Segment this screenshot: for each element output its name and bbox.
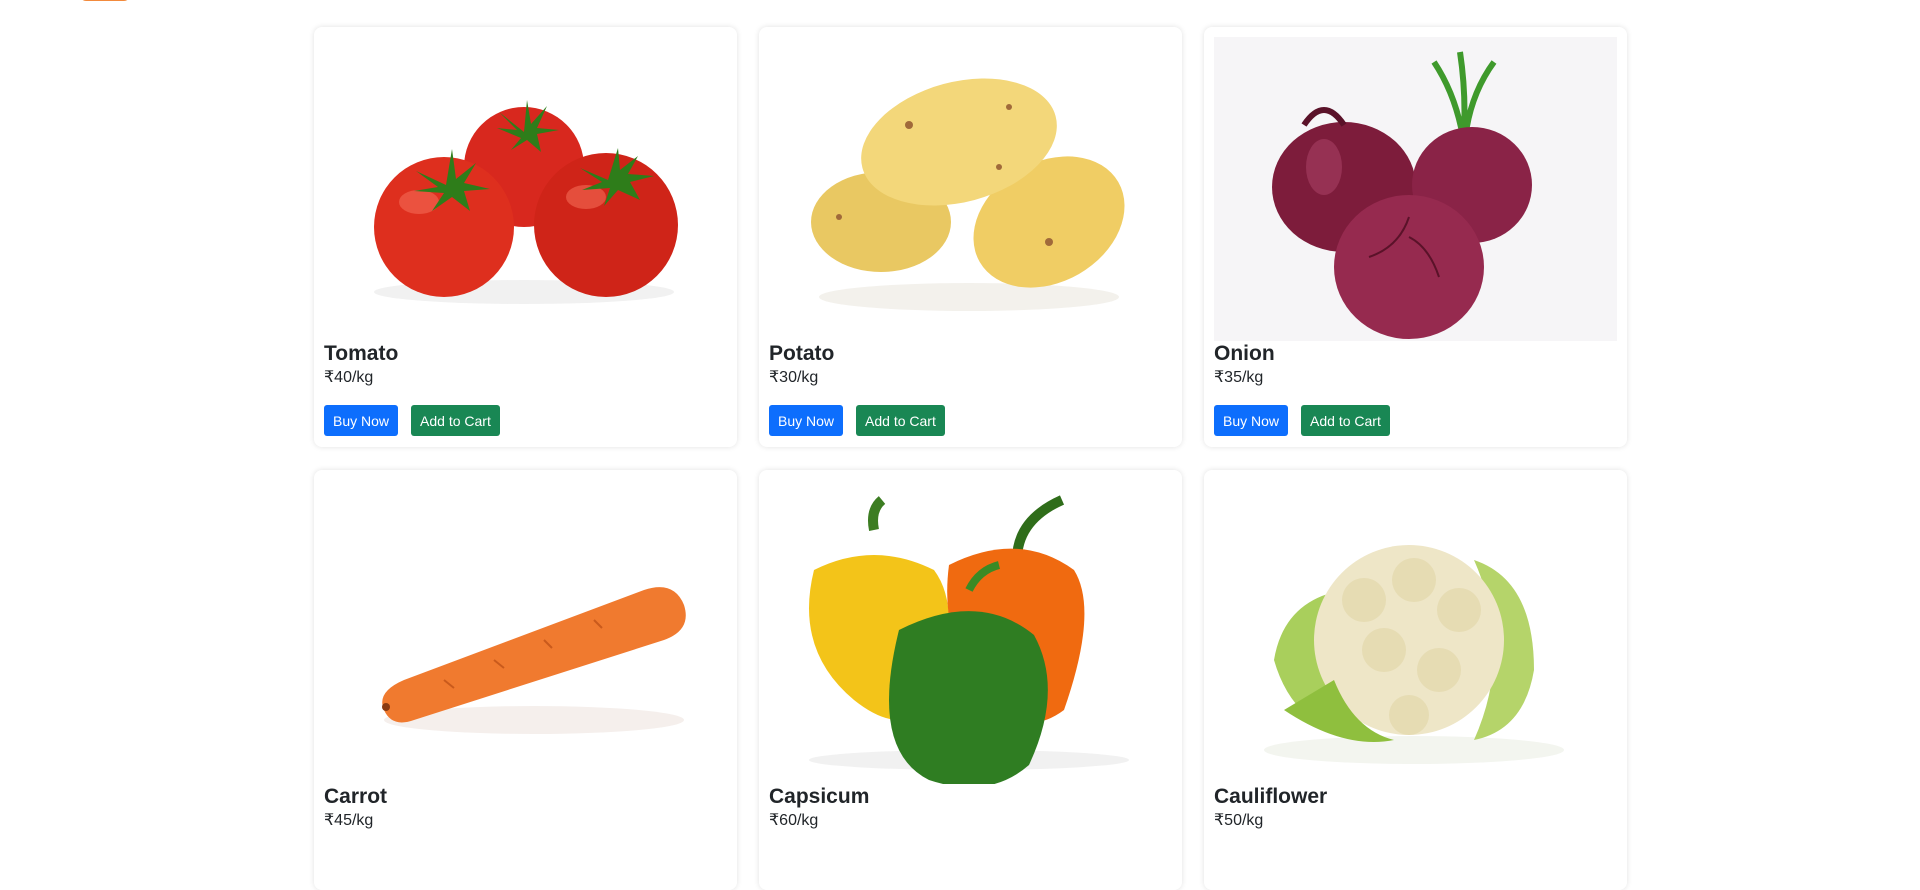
product-name: Tomato: [324, 342, 399, 365]
product-price: ₹40/kg: [324, 369, 374, 386]
product-price: ₹60/kg: [769, 812, 819, 829]
onion-image: [1214, 37, 1617, 341]
add-to-cart-button[interactable]: Add to Cart: [856, 405, 945, 436]
product-name: Capsicum: [769, 785, 870, 808]
product-card-carrot: Carrot ₹45/kg: [314, 470, 737, 890]
product-card-potato: Potato ₹30/kg Buy Now Add to Cart: [759, 27, 1182, 447]
product-card-tomato: Tomato ₹40/kg Buy Now Add to Cart: [314, 27, 737, 447]
product-name: Carrot: [324, 785, 388, 808]
product-price: ₹35/kg: [1214, 369, 1264, 386]
tomato-image: [324, 37, 727, 341]
product-name: Onion: [1214, 342, 1275, 365]
cauliflower-image: [1214, 480, 1617, 784]
product-name: Potato: [769, 342, 835, 365]
product-price: ₹45/kg: [324, 812, 374, 829]
add-to-cart-button[interactable]: Add to Cart: [1301, 405, 1390, 436]
capsicum-image: [769, 480, 1172, 784]
product-price: ₹50/kg: [1214, 812, 1264, 829]
product-grid: Tomato ₹40/kg Buy Now Add to Cart Potato…: [314, 27, 1627, 890]
buy-now-button[interactable]: Buy Now: [769, 405, 844, 436]
potato-image: [769, 37, 1172, 341]
header-accent: [80, 0, 130, 1]
add-to-cart-button[interactable]: Add to Cart: [411, 405, 500, 436]
product-card-cauliflower: Cauliflower ₹50/kg: [1204, 470, 1627, 890]
buy-now-button[interactable]: Buy Now: [1214, 405, 1289, 436]
buy-now-button[interactable]: Buy Now: [324, 405, 399, 436]
product-card-capsicum: Capsicum ₹60/kg: [759, 470, 1182, 890]
product-name: Cauliflower: [1214, 785, 1328, 808]
product-price: ₹30/kg: [769, 369, 819, 386]
product-card-onion: Onion ₹35/kg Buy Now Add to Cart: [1204, 27, 1627, 447]
carrot-image: [324, 480, 727, 784]
